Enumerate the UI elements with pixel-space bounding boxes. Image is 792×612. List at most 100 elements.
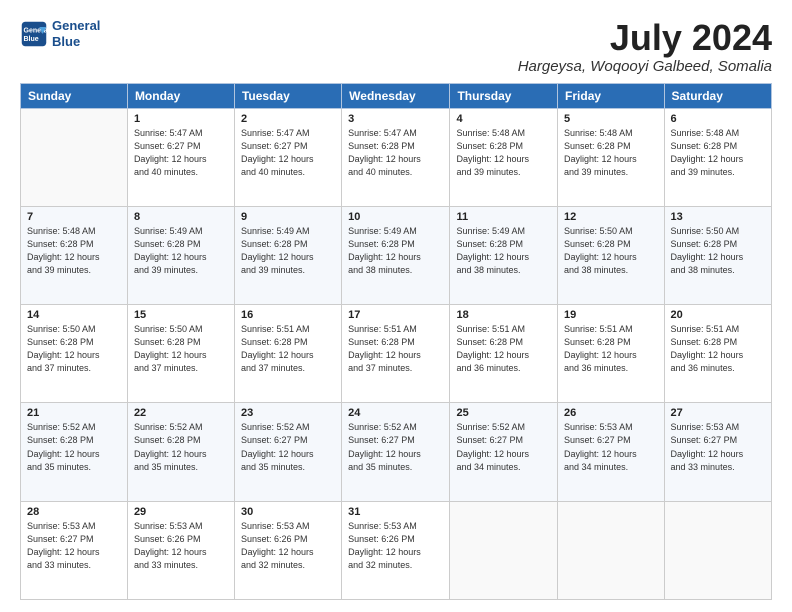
calendar-cell: 22 Sunrise: 5:52 AM Sunset: 6:28 PM Dayli… <box>127 403 234 501</box>
day-number: 14 <box>27 309 121 321</box>
calendar-cell: 4 Sunrise: 5:48 AM Sunset: 6:28 PM Daylig… <box>450 108 558 206</box>
calendar-body: 1 Sunrise: 5:47 AM Sunset: 6:27 PM Daylig… <box>21 108 772 599</box>
day-info: Sunrise: 5:48 AM Sunset: 6:28 PM Dayligh… <box>671 127 765 179</box>
subtitle: Hargeysa, Woqooyi Galbeed, Somalia <box>518 58 772 75</box>
calendar-cell: 27 Sunrise: 5:53 AM Sunset: 6:27 PM Dayli… <box>664 403 771 501</box>
calendar-cell: 13 Sunrise: 5:50 AM Sunset: 6:28 PM Dayli… <box>664 206 771 304</box>
day-number: 4 <box>456 113 551 125</box>
calendar-cell: 1 Sunrise: 5:47 AM Sunset: 6:27 PM Daylig… <box>127 108 234 206</box>
weekday-header-friday: Friday <box>558 83 665 108</box>
day-info: Sunrise: 5:51 AM Sunset: 6:28 PM Dayligh… <box>456 323 551 375</box>
day-number: 19 <box>564 309 658 321</box>
day-info: Sunrise: 5:48 AM Sunset: 6:28 PM Dayligh… <box>456 127 551 179</box>
day-number: 29 <box>134 506 228 518</box>
calendar-cell: 11Sunrise: 5:49 AM Sunset: 6:28 PM Dayli… <box>450 206 558 304</box>
day-info: Sunrise: 5:49 AM Sunset: 6:28 PM Dayligh… <box>134 225 228 277</box>
day-info: Sunrise: 5:47 AM Sunset: 6:27 PM Dayligh… <box>134 127 228 179</box>
day-number: 13 <box>671 211 765 223</box>
calendar-cell: 23 Sunrise: 5:52 AM Sunset: 6:27 PM Dayli… <box>234 403 341 501</box>
weekday-header-tuesday: Tuesday <box>234 83 341 108</box>
day-number: 9 <box>241 211 335 223</box>
day-number: 23 <box>241 407 335 419</box>
day-info: Sunrise: 5:49 AM Sunset: 6:28 PM Dayligh… <box>241 225 335 277</box>
calendar-cell: 19 Sunrise: 5:51 AM Sunset: 6:28 PM Dayli… <box>558 305 665 403</box>
calendar-cell: 6Sunrise: 5:48 AM Sunset: 6:28 PM Daylig… <box>664 108 771 206</box>
calendar-cell: 8 Sunrise: 5:49 AM Sunset: 6:28 PM Daylig… <box>127 206 234 304</box>
calendar-cell: 21Sunrise: 5:52 AM Sunset: 6:28 PM Dayli… <box>21 403 128 501</box>
calendar-week-2: 7 Sunrise: 5:48 AM Sunset: 6:28 PM Daylig… <box>21 206 772 304</box>
day-info: Sunrise: 5:52 AM Sunset: 6:27 PM Dayligh… <box>241 421 335 473</box>
header: General Blue General Blue July 2024 Harg… <box>20 18 772 75</box>
weekday-header-wednesday: Wednesday <box>342 83 450 108</box>
day-info: Sunrise: 5:51 AM Sunset: 6:28 PM Dayligh… <box>241 323 335 375</box>
day-number: 31 <box>348 506 443 518</box>
day-info: Sunrise: 5:49 AM Sunset: 6:28 PM Dayligh… <box>456 225 551 277</box>
logo-line1: General <box>52 18 100 33</box>
weekday-row: SundayMondayTuesdayWednesdayThursdayFrid… <box>21 83 772 108</box>
day-number: 5 <box>564 113 658 125</box>
calendar-cell: 31 Sunrise: 5:53 AM Sunset: 6:26 PM Dayli… <box>342 501 450 599</box>
day-number: 22 <box>134 407 228 419</box>
logo-line2: Blue <box>52 34 80 49</box>
calendar-cell: 2Sunrise: 5:47 AM Sunset: 6:27 PM Daylig… <box>234 108 341 206</box>
calendar-cell: 25Sunrise: 5:52 AM Sunset: 6:27 PM Dayli… <box>450 403 558 501</box>
day-info: Sunrise: 5:53 AM Sunset: 6:27 PM Dayligh… <box>564 421 658 473</box>
day-info: Sunrise: 5:50 AM Sunset: 6:28 PM Dayligh… <box>564 225 658 277</box>
day-info: Sunrise: 5:51 AM Sunset: 6:28 PM Dayligh… <box>348 323 443 375</box>
calendar-cell: 16 Sunrise: 5:51 AM Sunset: 6:28 PM Dayli… <box>234 305 341 403</box>
calendar-cell: 24Sunrise: 5:52 AM Sunset: 6:27 PM Dayli… <box>342 403 450 501</box>
calendar-cell: 12 Sunrise: 5:50 AM Sunset: 6:28 PM Dayli… <box>558 206 665 304</box>
logo-icon: General Blue <box>20 20 48 48</box>
calendar-cell: 5 Sunrise: 5:48 AM Sunset: 6:28 PM Daylig… <box>558 108 665 206</box>
day-info: Sunrise: 5:48 AM Sunset: 6:28 PM Dayligh… <box>564 127 658 179</box>
day-number: 17 <box>348 309 443 321</box>
day-info: Sunrise: 5:47 AM Sunset: 6:27 PM Dayligh… <box>241 127 335 179</box>
calendar-cell: 9 Sunrise: 5:49 AM Sunset: 6:28 PM Daylig… <box>234 206 341 304</box>
day-number: 30 <box>241 506 335 518</box>
day-number: 28 <box>27 506 121 518</box>
title-block: July 2024 Hargeysa, Woqooyi Galbeed, Som… <box>518 18 772 75</box>
day-info: Sunrise: 5:49 AM Sunset: 6:28 PM Dayligh… <box>348 225 443 277</box>
calendar-cell <box>558 501 665 599</box>
day-number: 20 <box>671 309 765 321</box>
day-info: Sunrise: 5:53 AM Sunset: 6:27 PM Dayligh… <box>671 421 765 473</box>
day-info: Sunrise: 5:51 AM Sunset: 6:28 PM Dayligh… <box>564 323 658 375</box>
calendar-cell: 20 Sunrise: 5:51 AM Sunset: 6:28 PM Dayli… <box>664 305 771 403</box>
day-info: Sunrise: 5:51 AM Sunset: 6:28 PM Dayligh… <box>671 323 765 375</box>
main-title: July 2024 <box>518 18 772 58</box>
day-number: 25 <box>456 407 551 419</box>
day-number: 27 <box>671 407 765 419</box>
day-info: Sunrise: 5:53 AM Sunset: 6:26 PM Dayligh… <box>348 520 443 572</box>
day-number: 18 <box>456 309 551 321</box>
calendar-cell <box>21 108 128 206</box>
weekday-header-monday: Monday <box>127 83 234 108</box>
day-info: Sunrise: 5:52 AM Sunset: 6:28 PM Dayligh… <box>134 421 228 473</box>
day-number: 24 <box>348 407 443 419</box>
logo: General Blue General Blue <box>20 18 100 49</box>
day-number: 8 <box>134 211 228 223</box>
svg-text:Blue: Blue <box>24 36 39 43</box>
calendar-cell: 28Sunrise: 5:53 AM Sunset: 6:27 PM Dayli… <box>21 501 128 599</box>
calendar-cell: 26 Sunrise: 5:53 AM Sunset: 6:27 PM Dayli… <box>558 403 665 501</box>
day-info: Sunrise: 5:50 AM Sunset: 6:28 PM Dayligh… <box>27 323 121 375</box>
day-info: Sunrise: 5:50 AM Sunset: 6:28 PM Dayligh… <box>671 225 765 277</box>
weekday-header-thursday: Thursday <box>450 83 558 108</box>
day-number: 26 <box>564 407 658 419</box>
calendar-cell: 3Sunrise: 5:47 AM Sunset: 6:28 PM Daylig… <box>342 108 450 206</box>
day-info: Sunrise: 5:53 AM Sunset: 6:26 PM Dayligh… <box>241 520 335 572</box>
calendar-table: SundayMondayTuesdayWednesdayThursdayFrid… <box>20 83 772 600</box>
day-info: Sunrise: 5:48 AM Sunset: 6:28 PM Dayligh… <box>27 225 121 277</box>
calendar-week-4: 21 Sunrise: 5:52 AM Sunset: 6:28 PM Dayli… <box>21 403 772 501</box>
calendar-week-1: 1 Sunrise: 5:47 AM Sunset: 6:27 PM Daylig… <box>21 108 772 206</box>
day-number: 12 <box>564 211 658 223</box>
day-number: 21 <box>27 407 121 419</box>
calendar-cell: 14 Sunrise: 5:50 AM Sunset: 6:28 PM Dayli… <box>21 305 128 403</box>
day-number: 16 <box>241 309 335 321</box>
day-number: 3 <box>348 113 443 125</box>
day-number: 7 <box>27 211 121 223</box>
calendar-cell: 7 Sunrise: 5:48 AM Sunset: 6:28 PM Daylig… <box>21 206 128 304</box>
day-number: 15 <box>134 309 228 321</box>
calendar-cell <box>450 501 558 599</box>
day-number: 1 <box>134 113 228 125</box>
calendar-week-3: 14 Sunrise: 5:50 AM Sunset: 6:28 PM Dayli… <box>21 305 772 403</box>
